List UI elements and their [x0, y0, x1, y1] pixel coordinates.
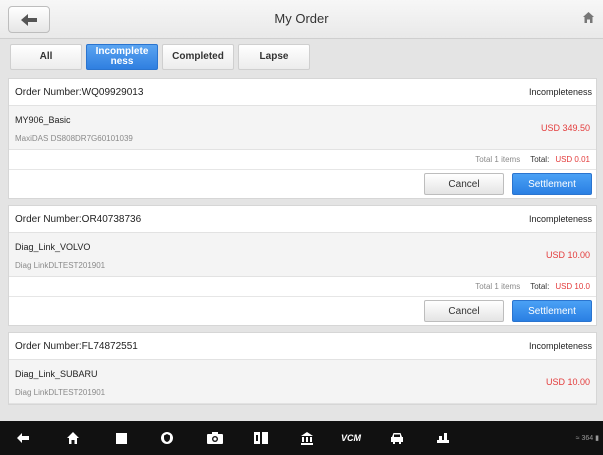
item-price: USD 10.00	[545, 250, 590, 260]
nav-network[interactable]	[428, 421, 458, 455]
order-item[interactable]: Diag_Link_SUBARU Diag LinkDLTEST201901 U…	[9, 360, 596, 404]
order-status: Incompleteness	[528, 87, 592, 97]
order-total-row: Total 1 items Total: USD 0.01	[9, 150, 596, 170]
item-name: Diag_Link_VOLVO	[15, 242, 91, 252]
settlement-button[interactable]: Settlement	[512, 173, 592, 195]
nav-shield[interactable]	[152, 421, 182, 455]
tab-incompleteness[interactable]: Incomplete ness	[86, 44, 158, 70]
tab-all[interactable]: All	[10, 44, 82, 70]
order-actions: Cancel Settlement	[9, 170, 596, 198]
order-header: Order Number:OR40738736 Incompleteness	[9, 206, 596, 233]
tab-incompleteness-label: Incomplete ness	[95, 46, 149, 67]
camera-icon	[207, 432, 223, 444]
page-title: My Order	[274, 11, 329, 26]
item-serial: MaxiDAS DS808DR7G60101039	[15, 134, 133, 143]
vci-icon: VCM	[341, 433, 361, 443]
order-item[interactable]: MY906_Basic MaxiDAS DS808DR7G60101039 US…	[9, 106, 596, 150]
order-header: Order Number:WQ09929013 Incompleteness	[9, 79, 596, 106]
total-items: Total 1 items	[475, 155, 521, 164]
bank-icon	[301, 432, 313, 445]
order-actions: Cancel Settlement	[9, 297, 596, 325]
car-icon	[391, 433, 403, 444]
item-name: MY906_Basic	[15, 115, 71, 125]
total-items: Total 1 items	[475, 282, 521, 291]
nav-split-screen[interactable]	[246, 421, 276, 455]
total-value: USD 0.01	[555, 155, 590, 164]
top-bar: My Order	[0, 0, 603, 39]
total-label: Total:	[530, 155, 550, 164]
item-serial: Diag LinkDLTEST201901	[15, 261, 106, 270]
back-arrow-icon	[17, 433, 29, 443]
order-number: Order Number:WQ09929013	[15, 86, 144, 98]
nav-vci[interactable]: VCM	[334, 421, 368, 455]
tab-lapse[interactable]: Lapse	[238, 44, 310, 70]
network-icon	[437, 433, 449, 443]
nav-bank[interactable]	[292, 421, 322, 455]
item-price: USD 349.50	[540, 123, 590, 133]
order-number: Order Number:FL74872551	[15, 340, 138, 352]
status-indicators: ≈ 364 ▮	[575, 435, 599, 442]
total-value: USD 10.0	[555, 282, 590, 291]
order-card: Order Number:OR40738736 Incompleteness D…	[8, 205, 597, 326]
cancel-button[interactable]: Cancel	[424, 300, 504, 322]
item-serial: Diag LinkDLTEST201901	[15, 388, 106, 397]
item-name: Diag_Link_SUBARU	[15, 369, 98, 379]
nav-recent-apps[interactable]	[106, 421, 136, 455]
home-icon[interactable]	[582, 11, 595, 24]
order-item[interactable]: Diag_Link_VOLVO Diag LinkDLTEST201901 US…	[9, 233, 596, 277]
home-icon	[67, 432, 79, 444]
system-nav-bar: VCM ≈ 364 ▮	[0, 421, 603, 455]
item-price: USD 10.00	[545, 377, 590, 387]
order-card: Order Number:WQ09929013 Incompleteness M…	[8, 78, 597, 199]
order-header: Order Number:FL74872551 Incompleteness	[9, 333, 596, 360]
nav-home[interactable]	[58, 421, 88, 455]
nav-car[interactable]	[382, 421, 412, 455]
order-number: Order Number:OR40738736	[15, 213, 142, 225]
settlement-button[interactable]: Settlement	[512, 300, 592, 322]
nav-back[interactable]	[8, 421, 38, 455]
cancel-button[interactable]: Cancel	[424, 173, 504, 195]
order-list[interactable]: Order Number:WQ09929013 Incompleteness M…	[8, 78, 597, 421]
order-total-row: Total 1 items Total: USD 10.0	[9, 277, 596, 297]
recent-apps-icon	[115, 432, 127, 444]
nav-camera[interactable]	[198, 421, 232, 455]
split-screen-icon	[254, 432, 268, 444]
total-label: Total:	[530, 282, 550, 291]
tab-completed[interactable]: Completed	[162, 44, 234, 70]
order-tabs: All Incomplete ness Completed Lapse	[10, 44, 314, 70]
order-card: Order Number:FL74872551 Incompleteness D…	[8, 332, 597, 405]
order-status: Incompleteness	[528, 341, 592, 351]
order-status: Incompleteness	[528, 214, 592, 224]
shield-icon	[161, 432, 173, 444]
